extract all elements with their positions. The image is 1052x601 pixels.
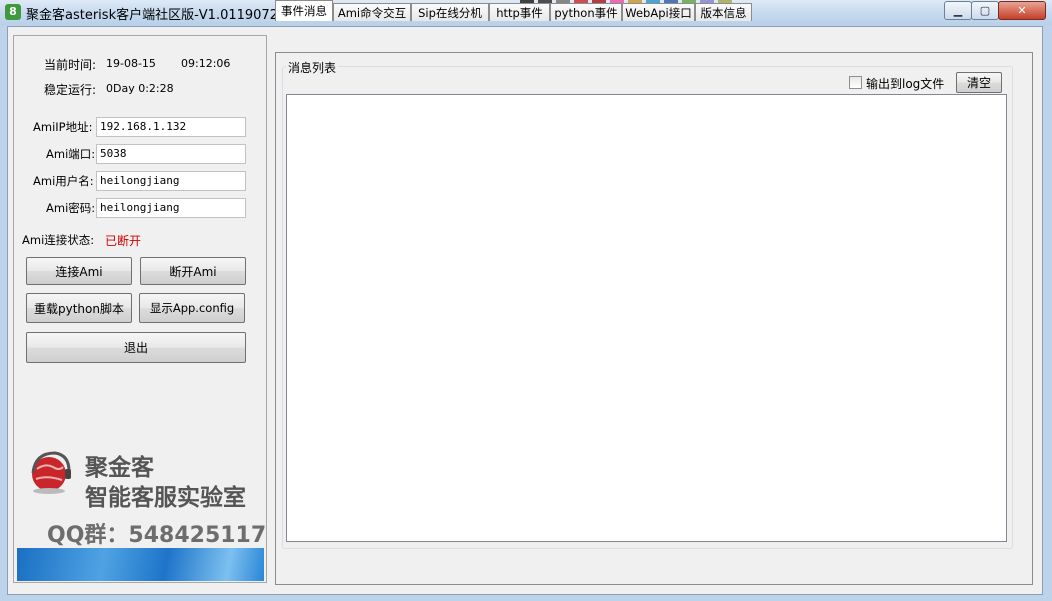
- tab-python-events[interactable]: python事件: [550, 3, 622, 21]
- exit-button[interactable]: 退出: [26, 332, 246, 363]
- ami-password-field[interactable]: heilongjiang: [96, 198, 246, 218]
- disconnect-ami-button[interactable]: 断开Ami: [140, 257, 246, 285]
- clear-button[interactable]: 清空: [956, 72, 1002, 93]
- ami-password-label: Ami密码:: [46, 201, 96, 215]
- ami-status-value: 已断开: [105, 234, 142, 248]
- message-list-title: 消息列表: [286, 59, 339, 76]
- maximize-button[interactable]: ▢: [971, 1, 999, 20]
- tab-ami-commands[interactable]: Ami命令交互: [333, 3, 411, 21]
- uptime-label: 稳定运行:: [44, 83, 97, 97]
- ami-ip-label: AmiIP地址:: [33, 120, 93, 134]
- tab-sip-online[interactable]: Sip在线分机: [411, 3, 489, 21]
- ami-username-label: Ami用户名:: [33, 174, 94, 188]
- logo-brand-name: 聚金客: [85, 455, 154, 481]
- tab-webapi[interactable]: WebApi接口: [622, 3, 695, 21]
- show-config-button[interactable]: 显示App.config: [139, 293, 245, 323]
- app-icon: 8: [5, 4, 21, 20]
- close-button[interactable]: ✕: [998, 1, 1046, 20]
- minimize-button[interactable]: ▁: [944, 1, 972, 20]
- connect-ami-button[interactable]: 连接Ami: [26, 257, 132, 285]
- current-time-label: 当前时间:: [44, 58, 97, 72]
- message-listbox[interactable]: [286, 94, 1007, 542]
- decorative-banner: [17, 548, 264, 581]
- ami-port-field[interactable]: 5038: [96, 144, 246, 164]
- log-to-file-checkbox[interactable]: [849, 76, 862, 89]
- ami-status-label: Ami连接状态:: [22, 233, 95, 247]
- window-title: 聚金客asterisk客户端社区版-V1.01190725: [26, 8, 287, 23]
- globe-headset-icon: [31, 451, 71, 494]
- ami-username-field[interactable]: heilongjiang: [96, 171, 246, 191]
- log-to-file-label[interactable]: 输出到log文件: [866, 75, 944, 92]
- tab-version[interactable]: 版本信息: [695, 3, 752, 21]
- current-time-value: 09:12:06: [181, 57, 231, 70]
- qq-group-text: QQ群：548425117: [47, 523, 267, 548]
- ami-port-label: Ami端口:: [46, 147, 96, 161]
- uptime-value: 0Day 0:2:28: [106, 82, 174, 95]
- current-date-value: 19-08-15: [106, 57, 156, 70]
- reload-python-button[interactable]: 重载python脚本: [26, 293, 132, 323]
- ami-ip-field[interactable]: 192.168.1.132: [96, 117, 246, 137]
- tab-events[interactable]: 事件消息: [275, 0, 333, 21]
- logo-slogan: 智能客服实验室: [85, 485, 246, 511]
- tab-http-events[interactable]: http事件: [489, 3, 550, 21]
